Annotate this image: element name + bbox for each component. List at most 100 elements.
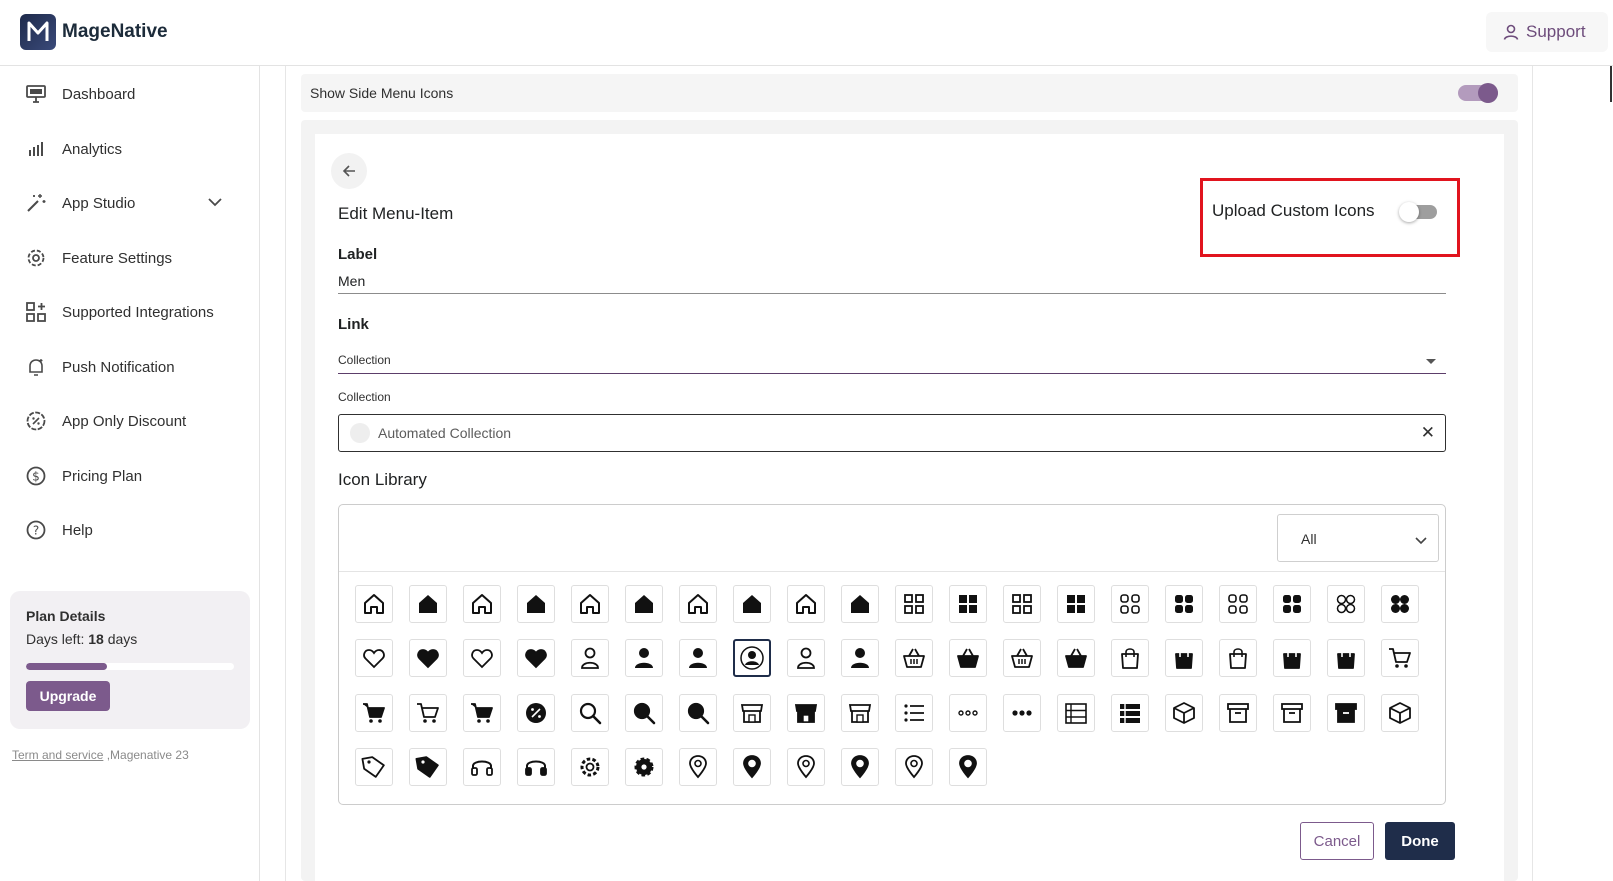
- bag-filled-icon[interactable]: [1165, 639, 1203, 677]
- grid-outline-icon[interactable]: [895, 585, 933, 623]
- grid-filled-icon[interactable]: [949, 585, 987, 623]
- sidebar-item-supported-integrations[interactable]: Supported Integrations: [24, 292, 234, 332]
- home-outline-icon[interactable]: [679, 585, 717, 623]
- circles-filled-icon[interactable]: [1381, 585, 1419, 623]
- done-button[interactable]: Done: [1385, 822, 1455, 860]
- grid-filled-icon[interactable]: [1057, 585, 1095, 623]
- upgrade-button[interactable]: Upgrade: [26, 681, 110, 711]
- person-outline-icon[interactable]: [571, 639, 609, 677]
- sidebar-item-app-only-discount[interactable]: App Only Discount: [24, 401, 234, 441]
- bag-outline-icon[interactable]: [1111, 639, 1149, 677]
- home-filled-icon[interactable]: [733, 585, 771, 623]
- bag-outline-icon[interactable]: [1219, 639, 1257, 677]
- bag-filled-icon[interactable]: [1273, 639, 1311, 677]
- home-filled-icon[interactable]: [409, 585, 447, 623]
- location-filled-icon[interactable]: [949, 748, 987, 786]
- headset-filled-icon[interactable]: [517, 748, 555, 786]
- tag-filled-icon[interactable]: [409, 748, 447, 786]
- cart-filled-icon[interactable]: [355, 694, 393, 732]
- person-outline-icon[interactable]: [787, 639, 825, 677]
- sidebar-item-feature-settings[interactable]: Feature Settings: [24, 238, 234, 278]
- more-dots-filled-icon[interactable]: [1003, 694, 1041, 732]
- basket-filled-icon[interactable]: [1057, 639, 1095, 677]
- person-circle-filled-icon[interactable]: [733, 639, 771, 677]
- heart-filled-icon[interactable]: [517, 639, 555, 677]
- scrollbar-thumb[interactable]: [1610, 66, 1612, 102]
- sidebar-item-push-notification[interactable]: Push Notification: [24, 347, 234, 387]
- sidebar-item-app-studio[interactable]: App Studio: [24, 183, 234, 223]
- store-outline-icon[interactable]: [841, 694, 879, 732]
- collection-input[interactable]: Automated Collection ✕: [338, 414, 1446, 452]
- collection-value: Automated Collection: [378, 425, 512, 441]
- home-outline-icon[interactable]: [463, 585, 501, 623]
- back-button[interactable]: [331, 153, 367, 189]
- basket-filled-icon[interactable]: [949, 639, 987, 677]
- box-outline-icon[interactable]: [1165, 694, 1203, 732]
- cancel-button[interactable]: Cancel: [1300, 822, 1374, 860]
- store-outline-icon[interactable]: [733, 694, 771, 732]
- support-button[interactable]: Support: [1486, 12, 1608, 52]
- sidebar-item-dashboard[interactable]: Dashboard: [24, 74, 234, 114]
- terms-link[interactable]: Term and service: [12, 748, 103, 762]
- chevron-down-icon[interactable]: [206, 193, 224, 211]
- home-outline-icon[interactable]: [787, 585, 825, 623]
- more-dots-outline-icon[interactable]: [949, 694, 987, 732]
- archive-outline-icon[interactable]: [1219, 694, 1257, 732]
- brand-logo[interactable]: MageNative: [20, 14, 168, 50]
- heart-outline-icon[interactable]: [463, 639, 501, 677]
- sidebar-item-analytics[interactable]: Analytics: [24, 129, 234, 169]
- cart-outline-icon[interactable]: [1381, 639, 1419, 677]
- grid-rounded-outline-icon[interactable]: [1219, 585, 1257, 623]
- clear-icon[interactable]: ✕: [1421, 423, 1435, 443]
- upload-custom-icons-toggle[interactable]: [1399, 202, 1437, 222]
- list-outline-icon[interactable]: [1057, 694, 1095, 732]
- basket-outline-icon[interactable]: [895, 639, 933, 677]
- cart-outline-icon[interactable]: [409, 694, 447, 732]
- location-outline-icon[interactable]: [895, 748, 933, 786]
- circles-outline-icon[interactable]: [1327, 585, 1365, 623]
- grid-outline-icon[interactable]: [1003, 585, 1041, 623]
- link-type-select[interactable]: Collection: [338, 348, 1446, 374]
- basket-outline-icon[interactable]: [1003, 639, 1041, 677]
- box-outline-icon[interactable]: [1381, 694, 1419, 732]
- search-outline-icon[interactable]: [571, 694, 609, 732]
- person-filled-icon[interactable]: [625, 639, 663, 677]
- grid-rounded-filled-icon[interactable]: [1273, 585, 1311, 623]
- gear-filled-icon[interactable]: [625, 748, 663, 786]
- archive-filled-icon[interactable]: [1327, 694, 1365, 732]
- person-filled-icon[interactable]: [679, 639, 717, 677]
- person-filled-icon[interactable]: [841, 639, 879, 677]
- search-filled-icon[interactable]: [679, 694, 717, 732]
- archive-outline-icon[interactable]: [1273, 694, 1311, 732]
- heart-filled-icon[interactable]: [409, 639, 447, 677]
- grid-rounded-outline-icon[interactable]: [1111, 585, 1149, 623]
- gear-outline-icon[interactable]: [571, 748, 609, 786]
- cart-filled-icon[interactable]: [463, 694, 501, 732]
- sidebar-item-help[interactable]: ? Help: [24, 510, 234, 550]
- location-outline-icon[interactable]: [679, 748, 717, 786]
- grid-rounded-filled-icon[interactable]: [1165, 585, 1203, 623]
- collection-thumbnail-icon: [350, 423, 370, 443]
- location-outline-icon[interactable]: [787, 748, 825, 786]
- headset-outline-icon[interactable]: [463, 748, 501, 786]
- home-filled-icon[interactable]: [841, 585, 879, 623]
- home-outline-icon[interactable]: [355, 585, 393, 623]
- label-input[interactable]: [338, 268, 1446, 294]
- home-filled-icon[interactable]: [625, 585, 663, 623]
- heart-outline-icon[interactable]: [355, 639, 393, 677]
- list-icon[interactable]: [895, 694, 933, 732]
- location-filled-icon[interactable]: [841, 748, 879, 786]
- icon-filter-select[interactable]: All: [1277, 514, 1439, 562]
- show-side-menu-icons-toggle[interactable]: [1458, 83, 1498, 103]
- bag-filled-icon[interactable]: [1327, 639, 1365, 677]
- store-filled-icon[interactable]: [787, 694, 825, 732]
- home-outline-icon[interactable]: [571, 585, 609, 623]
- discount-badge-icon[interactable]: [517, 694, 555, 732]
- tag-outline-icon[interactable]: [355, 748, 393, 786]
- list-filled-icon[interactable]: [1111, 694, 1149, 732]
- icon-row: [355, 748, 1003, 786]
- sidebar-item-pricing-plan[interactable]: $ Pricing Plan: [24, 456, 234, 496]
- search-filled-icon[interactable]: [625, 694, 663, 732]
- location-filled-icon[interactable]: [733, 748, 771, 786]
- home-filled-icon[interactable]: [517, 585, 555, 623]
